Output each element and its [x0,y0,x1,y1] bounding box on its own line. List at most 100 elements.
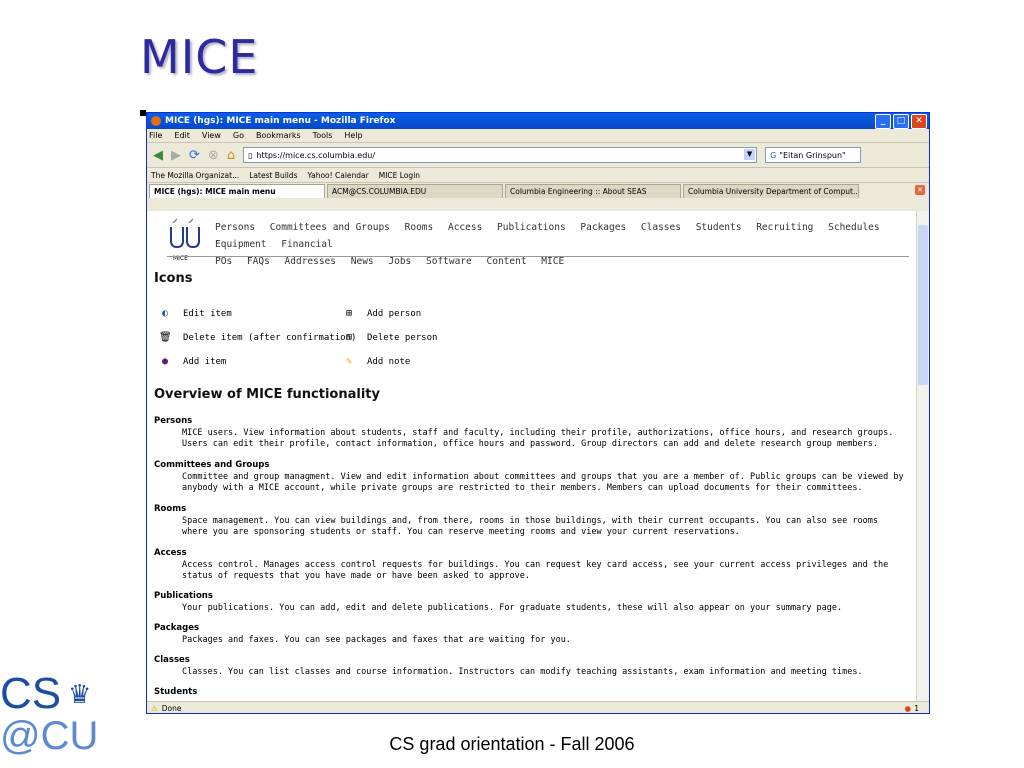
bookmark-latest-builds[interactable]: Latest Builds [249,171,297,180]
search-text: "Eitan Grinspun" [779,150,846,160]
delete-person-icon: ⊟ [345,332,353,343]
reload-icon[interactable]: ⟳ [189,148,200,163]
page-icon: ▯ [248,150,253,160]
overview-item: Classes Classes. You can list classes an… [154,655,904,678]
menu-view[interactable]: View [202,131,221,140]
overview-item: Packages Packages and faxes. You can see… [154,623,904,646]
note-icon: ✎ [345,356,353,367]
overview-item: Committees and Groups Committee and grou… [154,460,904,495]
window-titlebar[interactable]: MICE (hgs): MICE main menu - Mozilla Fir… [147,113,929,129]
firefox-icon [151,116,161,126]
scrollbar-thumb[interactable] [918,225,928,385]
trash-icon: 🗑 [159,332,172,343]
nav-content[interactable]: Content [487,256,527,267]
menu-file[interactable]: File [149,131,162,140]
tab-mice[interactable]: MICE (hgs): MICE main menu [149,184,325,198]
nav-publications[interactable]: Publications [497,222,566,233]
url-field[interactable]: ▯ https://mice.cs.columbia.edu/ ▼ [243,147,758,163]
forward-icon[interactable]: ▶ [171,148,181,163]
nav-rooms[interactable]: Rooms [405,222,434,233]
nav-students[interactable]: Students [696,222,742,233]
icon-legend-add-person: ⊞ Add person [343,308,421,320]
browser-window: MICE (hgs): MICE main menu - Mozilla Fir… [146,112,930,714]
overview-item: Persons MICE users. View information abo… [154,416,904,451]
status-error-icon[interactable]: ● [904,704,911,713]
close-button[interactable]: ✕ [911,114,927,129]
nav-access[interactable]: Access [448,222,482,233]
close-tab-icon[interactable]: ✕ [915,185,925,195]
bookmarks-toolbar: The Mozilla Organizat... Latest Builds Y… [147,167,929,182]
nav-recruiting[interactable]: Recruiting [756,222,813,233]
icon-legend-edit: ◐ Edit item [159,308,232,320]
tab-columbia-cs[interactable]: Columbia University Department of Comput… [683,184,859,198]
menu-bookmarks[interactable]: Bookmarks [256,131,301,140]
menu-edit[interactable]: Edit [174,131,190,140]
menu-bar: File Edit View Go Bookmarks Tools Help [147,129,929,142]
page-content: MICE Persons Committees and Groups Rooms… [147,211,917,701]
overview-item: Publications Your publications. You can … [154,591,904,614]
status-lock-icon: ⚠ [151,703,158,713]
minimize-button[interactable]: _ [875,114,891,129]
menu-help[interactable]: Help [344,131,362,140]
edit-icon: ◐ [161,308,169,319]
icon-legend-delete: 🗑 Delete item (after confirmation) [159,332,356,344]
add-person-icon: ⊞ [345,308,353,319]
status-count: 1 [914,703,919,713]
maximize-button[interactable]: □ [893,114,909,129]
item-title: Access [154,548,187,558]
item-title: Persons [154,416,193,426]
nav-software[interactable]: Software [426,256,472,267]
vertical-scrollbar[interactable] [916,211,929,701]
item-text: Classes. You can list classes and course… [182,666,863,677]
bookmark-mozilla[interactable]: The Mozilla Organizat... [151,171,239,180]
item-title: Committees and Groups [154,460,270,470]
add-icon: ● [161,356,169,367]
chevron-down-icon[interactable]: ▼ [744,149,756,160]
overview-item: Students [154,687,904,699]
stop-icon[interactable]: ⊗ [208,148,219,163]
bookmark-mice-login[interactable]: MICE Login [379,171,420,180]
item-title: Publications [154,591,213,601]
nav-committees[interactable]: Committees and Groups [270,222,390,233]
mice-logo [170,218,200,249]
menu-tools[interactable]: Tools [313,131,333,140]
nav-addresses[interactable]: Addresses [285,256,336,267]
icon-legend-add-note: ✎ Add note [343,356,410,368]
tab-seas[interactable]: Columbia Engineering :: About SEAS [505,184,681,198]
nav-financial[interactable]: Financial [281,239,332,250]
nav-jobs[interactable]: Jobs [388,256,411,267]
item-text: Committee and group managment. View and … [182,471,904,494]
nav-divider [167,256,909,257]
overview-item: Rooms Space management. You can view bui… [154,504,904,539]
slide-footer: CS grad orientation - Fall 2006 [389,734,635,754]
item-text: Access control. Manages access control r… [182,559,889,582]
icon-label-edit: Edit item [183,309,232,319]
icons-heading: Icons [154,271,193,286]
item-text: Space management. You can view buildings… [182,515,878,538]
nav-persons[interactable]: Persons [215,222,255,233]
back-icon[interactable]: ◀ [153,148,163,163]
nav-classes[interactable]: Classes [641,222,681,233]
icon-label-delete: Delete item (after confirmation) [183,333,357,343]
crown-icon: ♛ [68,680,92,710]
item-title: Students [154,687,198,697]
menu-go[interactable]: Go [233,131,244,140]
overview-heading: Overview of MICE functionality [154,387,380,402]
nav-equipment[interactable]: Equipment [215,239,266,250]
search-input[interactable]: G "Eitan Grinspun" [765,147,862,163]
nav-news[interactable]: News [351,256,374,267]
tab-acm[interactable]: ACM@CS.COLUMBIA.EDU [327,184,503,198]
home-icon[interactable]: ⌂ [227,148,235,163]
nav-pos[interactable]: POs [215,256,232,267]
item-text: Packages and faxes. You can see packages… [182,634,571,645]
nav-mice[interactable]: MICE [541,256,564,267]
nav-faqs[interactable]: FAQs [247,256,270,267]
logo-cs: CS [0,669,62,718]
bookmark-yahoo-calendar[interactable]: Yahoo! Calendar [308,171,369,180]
item-title: Rooms [154,504,187,514]
window-title: MICE (hgs): MICE main menu - Mozilla Fir… [165,116,396,126]
status-bar: ⚠ Done ● 1 [147,701,929,713]
icon-label-add-person: Add person [367,309,422,319]
nav-schedules[interactable]: Schedules [828,222,879,233]
nav-packages[interactable]: Packages [580,222,626,233]
